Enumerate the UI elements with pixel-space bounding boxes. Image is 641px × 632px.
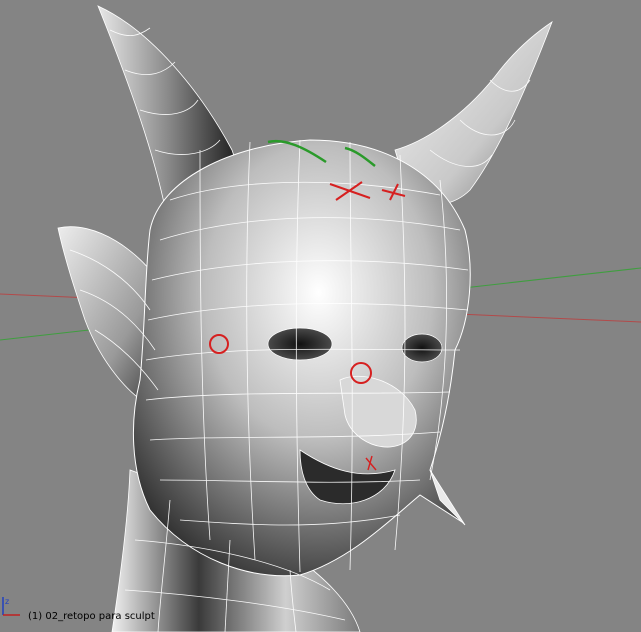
z-axis-label: z <box>5 597 9 606</box>
object-name-label: (1) 02_retopo para sculpt <box>28 611 155 622</box>
right-eye-socket <box>401 333 443 363</box>
demon-head-model[interactable] <box>57 5 553 632</box>
left-eye-socket <box>267 327 333 361</box>
viewport-scene[interactable] <box>0 0 641 632</box>
3d-viewport[interactable]: z (1) 02_retopo para sculpt <box>0 0 641 632</box>
xyz-axis-gizmo-icon: z <box>2 597 20 616</box>
